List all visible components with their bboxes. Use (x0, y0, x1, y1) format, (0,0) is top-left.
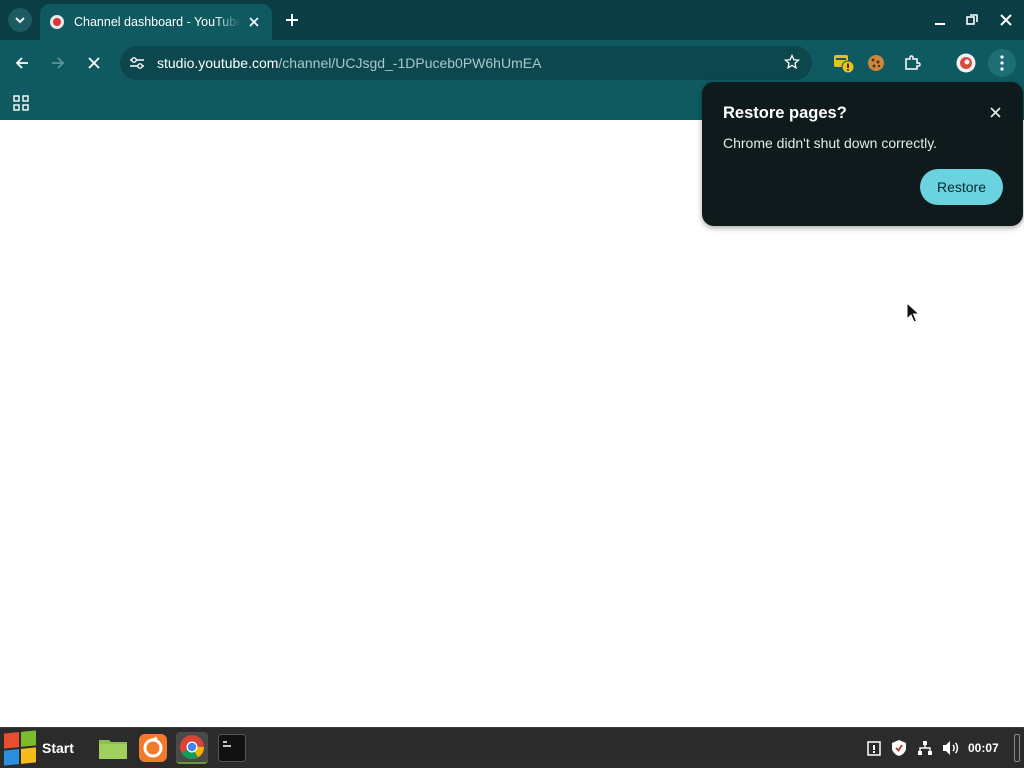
arrow-left-icon (15, 57, 28, 69)
extensions-button[interactable] (898, 49, 926, 77)
network-icon[interactable] (916, 739, 934, 757)
stop-loading-button[interactable] (80, 49, 108, 77)
tab-close-button[interactable] (246, 14, 262, 30)
restore-window-button[interactable] (960, 8, 984, 32)
windows-logo-icon (4, 730, 36, 766)
extension-warning-icon (834, 55, 855, 74)
site-info-icon[interactable] (120, 56, 154, 70)
start-label: Start (42, 740, 74, 756)
start-button[interactable]: Start (0, 728, 86, 768)
close-icon (1000, 14, 1012, 26)
shield-icon[interactable] (890, 739, 908, 757)
restore-pages-dialog: Restore pages? Chrome didn't shut down c… (702, 82, 1023, 226)
mouse-pointer-icon (906, 302, 921, 323)
close-icon (88, 57, 100, 69)
plus-icon (286, 14, 298, 26)
clock[interactable]: 00:07 (968, 741, 999, 755)
forward-button[interactable] (44, 49, 72, 77)
active-tab[interactable]: Channel dashboard - YouTube Studio (40, 4, 272, 40)
restore-button[interactable]: Restore (920, 169, 1003, 205)
chrome-button[interactable] (176, 732, 208, 764)
minimize-icon (935, 23, 945, 25)
dialog-close-button[interactable] (985, 102, 1005, 122)
bookmark-star-icon[interactable] (783, 53, 801, 75)
taskbar: Start 00:07 (0, 727, 1024, 768)
cookie-icon (868, 55, 884, 71)
tab-strip: Channel dashboard - YouTube Studio (0, 0, 1024, 40)
chrome-icon (180, 735, 204, 760)
back-button[interactable] (8, 49, 36, 77)
dialog-message: Chrome didn't shut down correctly. (723, 135, 938, 151)
cookie-extension-button[interactable] (862, 49, 890, 77)
close-window-button[interactable] (994, 8, 1018, 32)
firefox-icon (139, 734, 167, 762)
url-host: studio.youtube.com (157, 55, 279, 71)
minimize-button[interactable] (928, 8, 952, 32)
firefox-button[interactable] (137, 732, 169, 764)
show-desktop-button[interactable] (1014, 734, 1020, 762)
dialog-title: Restore pages? (723, 104, 847, 122)
chevron-down-icon (15, 17, 25, 24)
menu-button[interactable] (988, 49, 1016, 77)
avatar (956, 53, 976, 73)
terminal-button[interactable] (216, 732, 248, 764)
browser-toolbar: studio.youtube.com/channel/UCJsgd_-1DPuc… (0, 40, 1024, 86)
profile-button[interactable] (952, 49, 980, 77)
file-manager-button[interactable] (97, 732, 129, 764)
puzzle-icon (905, 55, 921, 70)
youtube-studio-icon (50, 15, 64, 29)
close-icon (249, 17, 259, 27)
tab-title: Channel dashboard - YouTube Studio (74, 15, 240, 29)
clipboard-icon[interactable] (865, 739, 883, 757)
extension-warning-button[interactable] (830, 49, 858, 77)
more-vert-icon (1000, 55, 1004, 71)
apps-grid-icon (13, 95, 29, 111)
volume-icon[interactable] (942, 739, 960, 757)
apps-button[interactable] (10, 92, 32, 114)
arrow-right-icon (52, 57, 65, 69)
url-path: /channel/UCJsgd_-1DPuceb0PW6hUmEA (278, 55, 542, 71)
new-tab-button[interactable] (280, 8, 304, 32)
address-bar[interactable]: studio.youtube.com/channel/UCJsgd_-1DPuc… (120, 46, 812, 80)
terminal-icon (218, 734, 246, 762)
tab-search-button[interactable] (8, 8, 32, 32)
folder-icon (99, 740, 127, 759)
close-icon (989, 106, 1001, 118)
restore-window-icon (966, 14, 978, 25)
